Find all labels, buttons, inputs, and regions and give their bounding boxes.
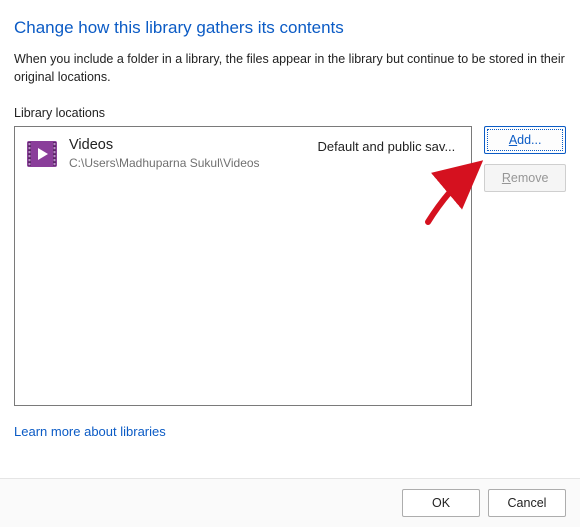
description-text: When you include a folder in a library, …	[14, 50, 566, 86]
item-path: C:\Users\Madhuparna Sukul\Videos	[69, 156, 310, 172]
list-item[interactable]: Videos C:\Users\Madhuparna Sukul\Videos …	[15, 127, 471, 177]
item-name: Videos	[69, 137, 310, 154]
page-title: Change how this library gathers its cont…	[14, 18, 566, 38]
library-locations-label: Library locations	[14, 106, 566, 120]
add-button[interactable]: Add...	[484, 126, 566, 154]
remove-button: Remove	[484, 164, 566, 192]
dialog-footer: OK Cancel	[0, 478, 580, 527]
item-status: Default and public sav...	[318, 137, 462, 154]
videos-folder-icon	[25, 137, 59, 171]
ok-button[interactable]: OK	[402, 489, 480, 517]
cancel-button[interactable]: Cancel	[488, 489, 566, 517]
learn-more-link[interactable]: Learn more about libraries	[14, 424, 166, 439]
library-locations-list[interactable]: Videos C:\Users\Madhuparna Sukul\Videos …	[14, 126, 472, 406]
